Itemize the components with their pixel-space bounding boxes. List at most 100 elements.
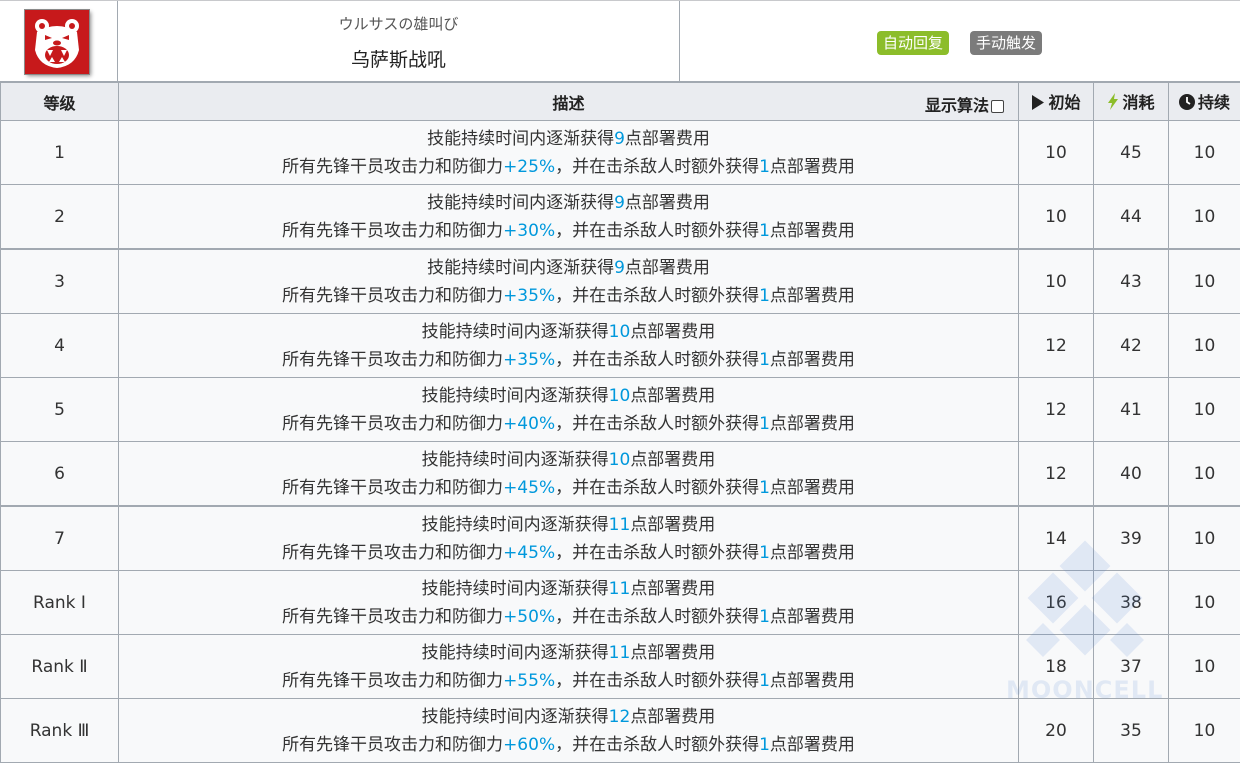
description-line-2: 所有先锋干员攻击力和防御力+55%，并在击杀敌人时额外获得1点部署费用	[119, 667, 1018, 695]
skill-icon-cell	[0, 1, 118, 82]
description-line-1: 技能持续时间内逐渐获得9点部署费用	[119, 254, 1018, 282]
lightning-icon	[1107, 93, 1119, 114]
description-line-1: 技能持续时间内逐渐获得12点部署费用	[119, 703, 1018, 731]
description-line-2: 所有先锋干员攻击力和防御力+30%，并在击杀敌人时额外获得1点部署费用	[119, 217, 1018, 245]
initial-sp-cell: 20	[1019, 699, 1094, 763]
sp-cost-cell: 43	[1094, 249, 1169, 314]
desc-text: 点部署费用	[625, 193, 710, 213]
level-cell: 3	[1, 249, 119, 314]
duration-cell: 10	[1169, 506, 1240, 571]
desc-text: ，并在击杀敌人时额外获得	[555, 286, 759, 306]
desc-text: 点部署费用	[770, 286, 855, 306]
table-row: 7技能持续时间内逐渐获得11点部署费用所有先锋干员攻击力和防御力+45%，并在击…	[1, 506, 1240, 571]
desc-text: 技能持续时间内逐渐获得	[422, 643, 609, 663]
level-cell: 5	[1, 378, 119, 442]
sp-cost-cell: 41	[1094, 378, 1169, 442]
level-column-header: 等级	[1, 83, 119, 121]
dp-gain-value: 11	[609, 579, 631, 599]
desc-text: 技能持续时间内逐渐获得	[427, 258, 614, 278]
desc-text: 点部署费用	[770, 157, 855, 177]
desc-text: 技能持续时间内逐渐获得	[422, 450, 609, 470]
description-line-2: 所有先锋干员攻击力和防御力+35%，并在击杀敌人时额外获得1点部署费用	[119, 282, 1018, 310]
kill-bonus-dp-value: 1	[759, 543, 770, 563]
description-line-1: 技能持续时间内逐渐获得11点部署费用	[119, 511, 1018, 539]
desc-text: 点部署费用	[630, 450, 715, 470]
desc-text: 点部署费用	[630, 515, 715, 535]
level-cell: 4	[1, 314, 119, 378]
atk-def-buff-value: +45%	[503, 478, 555, 498]
desc-text: ，并在击杀敌人时额外获得	[555, 221, 759, 241]
dp-gain-value: 11	[609, 515, 631, 535]
initial-sp-cell: 14	[1019, 506, 1094, 571]
desc-text: ，并在击杀敌人时额外获得	[555, 157, 759, 177]
desc-text: ，并在击杀敌人时额外获得	[555, 671, 759, 691]
initial-sp-column-header: 初始	[1019, 83, 1094, 121]
show-formula-label: 显示算法	[925, 96, 989, 115]
desc-text: 所有先锋干员攻击力和防御力	[282, 478, 503, 498]
description-line-2: 所有先锋干员攻击力和防御力+35%，并在击杀敌人时额外获得1点部署费用	[119, 346, 1018, 374]
skill-header: ウルサスの雄叫び 乌萨斯战吼 自动回复 手动触发	[0, 0, 1240, 82]
sp-cost-cell: 44	[1094, 185, 1169, 250]
desc-text: 技能持续时间内逐渐获得	[422, 386, 609, 406]
table-row: 2技能持续时间内逐渐获得9点部署费用所有先锋干员攻击力和防御力+30%，并在击杀…	[1, 185, 1240, 250]
description-line-2: 所有先锋干员攻击力和防御力+50%，并在击杀敌人时额外获得1点部署费用	[119, 603, 1018, 631]
kill-bonus-dp-value: 1	[759, 607, 770, 627]
level-cell: 1	[1, 121, 119, 185]
desc-text: 点部署费用	[630, 322, 715, 342]
desc-text: 技能持续时间内逐渐获得	[422, 579, 609, 599]
recovery-type-tag: 自动回复	[877, 31, 949, 55]
kill-bonus-dp-value: 1	[759, 350, 770, 370]
show-formula-checkbox[interactable]	[991, 100, 1004, 113]
description-line-1: 技能持续时间内逐渐获得11点部署费用	[119, 639, 1018, 667]
trigger-type-tag: 手动触发	[970, 31, 1042, 55]
atk-def-buff-value: +35%	[503, 350, 555, 370]
atk-def-buff-value: +40%	[503, 414, 555, 434]
play-icon	[1031, 95, 1045, 114]
dp-gain-value: 10	[609, 322, 631, 342]
atk-def-buff-value: +45%	[503, 543, 555, 563]
dp-gain-value: 12	[609, 707, 631, 727]
kill-bonus-dp-value: 1	[759, 671, 770, 691]
dp-gain-value: 9	[614, 193, 625, 213]
desc-text: 所有先锋干员攻击力和防御力	[282, 221, 503, 241]
desc-text: 所有先锋干员攻击力和防御力	[282, 735, 503, 755]
desc-text: 所有先锋干员攻击力和防御力	[282, 157, 503, 177]
description-header-label: 描述	[552, 94, 584, 113]
desc-text: 点部署费用	[770, 221, 855, 241]
desc-text: 点部署费用	[625, 129, 710, 149]
dp-gain-value: 11	[609, 643, 631, 663]
sp-cost-cell: 38	[1094, 571, 1169, 635]
desc-text: 点部署费用	[770, 671, 855, 691]
table-row: 6技能持续时间内逐渐获得10点部署费用所有先锋干员攻击力和防御力+45%，并在击…	[1, 442, 1240, 507]
level-cell: 2	[1, 185, 119, 250]
duration-cell: 10	[1169, 121, 1240, 185]
description-cell: 技能持续时间内逐渐获得10点部署费用所有先锋干员攻击力和防御力+45%，并在击杀…	[119, 442, 1019, 507]
kill-bonus-dp-value: 1	[759, 286, 770, 306]
table-row: 1技能持续时间内逐渐获得9点部署费用所有先锋干员攻击力和防御力+25%，并在击杀…	[1, 121, 1240, 185]
description-cell: 技能持续时间内逐渐获得9点部署费用所有先锋干员攻击力和防御力+35%，并在击杀敌…	[119, 249, 1019, 314]
description-line-1: 技能持续时间内逐渐获得9点部署费用	[119, 189, 1018, 217]
duration-column-header: 持续	[1169, 83, 1240, 121]
description-line-2: 所有先锋干员攻击力和防御力+25%，并在击杀敌人时额外获得1点部署费用	[119, 153, 1018, 181]
sp-cost-cell: 45	[1094, 121, 1169, 185]
description-cell: 技能持续时间内逐渐获得11点部署费用所有先锋干员攻击力和防御力+50%，并在击杀…	[119, 571, 1019, 635]
description-cell: 技能持续时间内逐渐获得10点部署费用所有先锋干员攻击力和防御力+35%，并在击杀…	[119, 314, 1019, 378]
kill-bonus-dp-value: 1	[759, 157, 770, 177]
desc-text: 所有先锋干员攻击力和防御力	[282, 671, 503, 691]
desc-text: 点部署费用	[770, 350, 855, 370]
atk-def-buff-value: +50%	[503, 607, 555, 627]
desc-text: 点部署费用	[625, 258, 710, 278]
description-line-1: 技能持续时间内逐渐获得11点部署费用	[119, 575, 1018, 603]
skill-chinese-name: 乌萨斯战吼	[118, 45, 679, 72]
description-cell: 技能持续时间内逐渐获得9点部署费用所有先锋干员攻击力和防御力+30%，并在击杀敌…	[119, 185, 1019, 250]
desc-text: ，并在击杀敌人时额外获得	[555, 735, 759, 755]
table-row: 4技能持续时间内逐渐获得10点部署费用所有先锋干员攻击力和防御力+35%，并在击…	[1, 314, 1240, 378]
show-formula-toggle[interactable]: 显示算法	[925, 92, 1004, 116]
description-line-1: 技能持续时间内逐渐获得10点部署费用	[119, 382, 1018, 410]
desc-text: 点部署费用	[770, 543, 855, 563]
desc-text: 点部署费用	[630, 707, 715, 727]
desc-text: 点部署费用	[770, 607, 855, 627]
desc-text: 技能持续时间内逐渐获得	[427, 129, 614, 149]
atk-def-buff-value: +25%	[503, 157, 555, 177]
desc-text: 所有先锋干员攻击力和防御力	[282, 414, 503, 434]
